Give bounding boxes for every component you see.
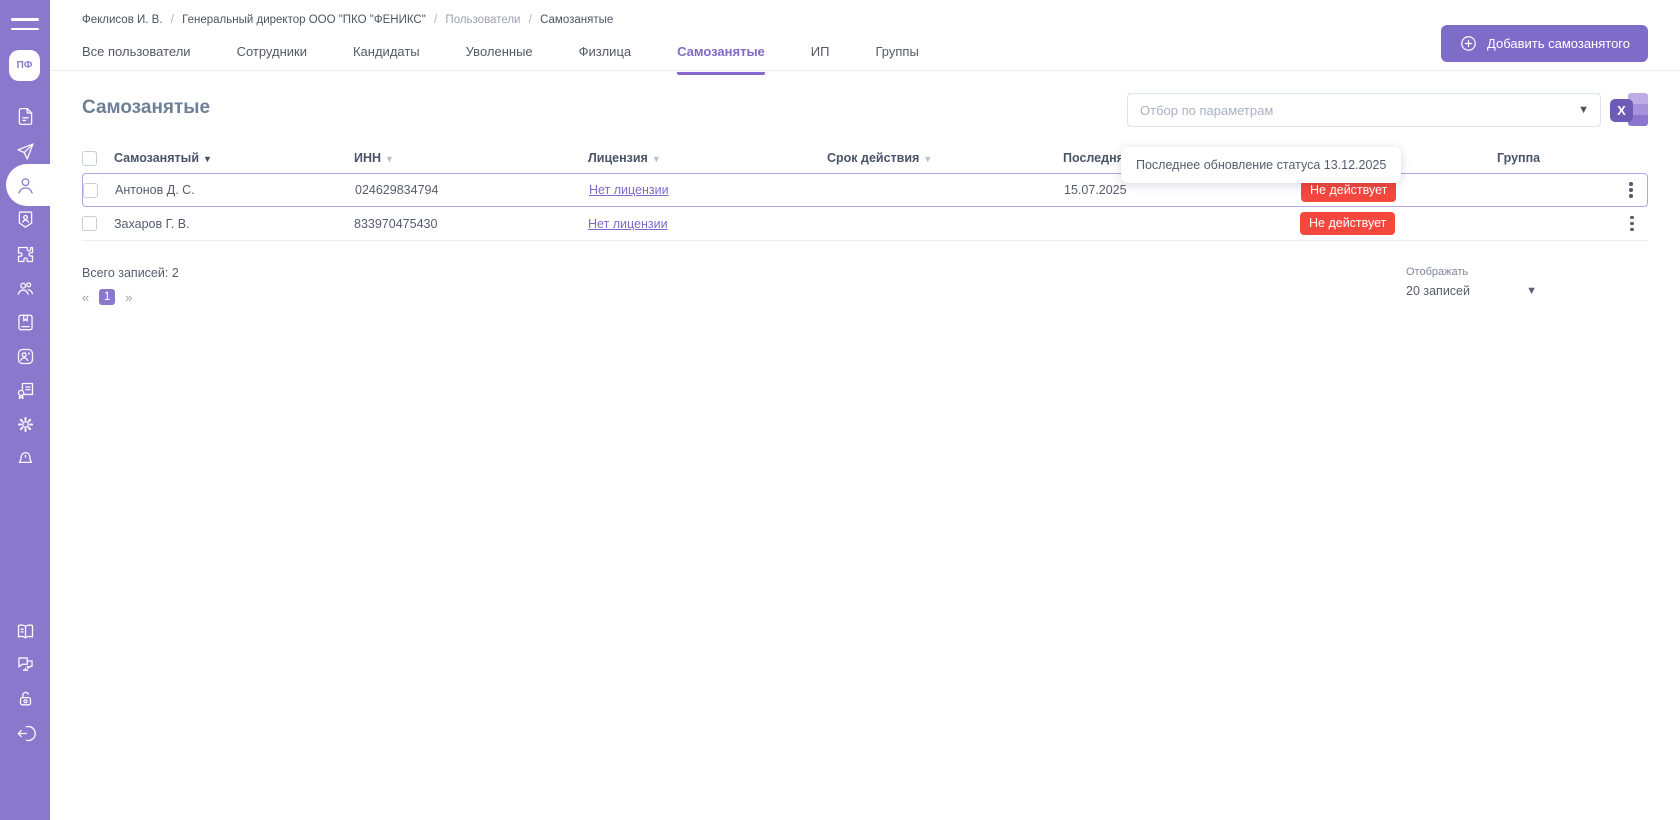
- row-checkbox[interactable]: [83, 183, 98, 198]
- puzzle-icon: [15, 244, 36, 265]
- support-chat-icon: [15, 654, 36, 675]
- per-page-dropdown-icon[interactable]: ▼: [1526, 285, 1537, 297]
- breadcrumb-user[interactable]: Феклисов И. В.: [82, 14, 163, 26]
- sidebar-item-add-contact[interactable]: [0, 339, 50, 373]
- cell-name: Антонов Д. С.: [115, 183, 355, 197]
- avatar[interactable]: ПФ: [9, 50, 40, 81]
- sidebar-item-id-badge[interactable]: [0, 202, 50, 236]
- menu-hamburger-icon[interactable]: [11, 18, 39, 32]
- team-icon: [15, 278, 36, 299]
- sort-icon: ▼: [385, 154, 394, 164]
- per-page-select[interactable]: Отображать 20 записей ▼: [1406, 266, 1537, 298]
- bell-icon: [15, 449, 36, 470]
- paper-plane-icon: [15, 141, 36, 162]
- main-content: Феклисов И. В. / Генеральный директор ОО…: [50, 0, 1680, 820]
- col-group: Группа: [1497, 151, 1616, 165]
- per-page-value: 20 записей: [1406, 284, 1470, 298]
- sidebar-item-team[interactable]: [0, 271, 50, 305]
- document-icon: [15, 106, 36, 127]
- no-license-link[interactable]: Нет лицензии: [588, 217, 668, 231]
- add-selfemployed-button[interactable]: Добавить самозанятого: [1441, 25, 1648, 62]
- logout-icon: [15, 723, 36, 744]
- no-license-link[interactable]: Нет лицензии: [589, 183, 669, 197]
- page-number-button[interactable]: 1: [99, 289, 115, 305]
- lock-open-icon: [15, 688, 36, 709]
- sidebar-item-logout[interactable]: [0, 716, 50, 750]
- open-book-icon: [15, 621, 36, 642]
- sidebar: ПФ: [0, 0, 50, 820]
- sidebar-item-notifications[interactable]: [0, 442, 50, 476]
- row-menu-kebab-icon[interactable]: [1627, 213, 1637, 235]
- settings-gear-icon: [15, 414, 36, 435]
- sidebar-item-certificates[interactable]: [0, 373, 50, 407]
- col-license[interactable]: Лицензия▼: [588, 151, 827, 165]
- breadcrumb: Феклисов И. В. / Генеральный директор ОО…: [82, 14, 613, 26]
- sidebar-item-security[interactable]: [0, 681, 50, 715]
- status-badge: Не действует: [1300, 212, 1395, 235]
- breadcrumb-users[interactable]: Пользователи: [445, 14, 520, 26]
- next-page-button[interactable]: »: [125, 290, 132, 305]
- cell-inn: 024629834794: [355, 183, 589, 197]
- sidebar-item-settings[interactable]: [0, 407, 50, 441]
- table-header-row: Самозанятый▼ ИНН▼ Лицензия▼ Срок действи…: [82, 143, 1648, 173]
- table-row[interactable]: Антонов Д. С. 024629834794 Нет лицензии …: [82, 173, 1648, 207]
- id-badge-icon: [15, 209, 36, 230]
- breadcrumb-selfemployed: Самозанятые: [540, 14, 613, 26]
- sidebar-item-users[interactable]: [0, 168, 50, 202]
- sidebar-item-journal[interactable]: [0, 305, 50, 339]
- breadcrumb-role[interactable]: Генеральный директор ООО "ПКО "ФЕНИКС": [182, 14, 426, 26]
- row-checkbox[interactable]: [82, 216, 97, 231]
- status-update-tooltip: Последнее обновление статуса 13.12.2025: [1121, 147, 1401, 183]
- book-icon: [15, 312, 36, 333]
- sort-icon: ▼: [652, 154, 661, 164]
- sidebar-item-support[interactable]: [0, 647, 50, 681]
- pagination: « 1 »: [82, 289, 132, 305]
- sort-icon: ▼: [203, 154, 212, 164]
- sidebar-item-send[interactable]: [0, 134, 50, 168]
- per-page-label: Отображать: [1406, 266, 1537, 278]
- cell-last-update: 15.07.2025: [1064, 183, 1301, 197]
- records-total: Всего записей: 2: [82, 266, 179, 280]
- sidebar-item-knowledge-base[interactable]: [0, 614, 50, 648]
- select-all-checkbox[interactable]: [82, 151, 97, 166]
- sort-icon: ▼: [923, 154, 932, 164]
- table-row[interactable]: Захаров Г. В. 833970475430 Нет лицензии …: [82, 207, 1648, 241]
- sidebar-item-integrations[interactable]: [0, 237, 50, 271]
- row-menu-kebab-icon[interactable]: [1626, 179, 1636, 201]
- cell-inn: 833970475430: [354, 217, 588, 231]
- filter-area: ▼ X: [1127, 91, 1648, 129]
- col-selfemployed[interactable]: Самозанятый▼: [114, 151, 354, 165]
- selfemployed-table: Самозанятый▼ ИНН▼ Лицензия▼ Срок действи…: [82, 143, 1648, 241]
- cell-name: Захаров Г. В.: [114, 217, 354, 231]
- prev-page-button[interactable]: «: [82, 290, 89, 305]
- col-inn[interactable]: ИНН▼: [354, 151, 588, 165]
- col-term[interactable]: Срок действия▼: [827, 151, 1063, 165]
- excel-x-icon: X: [1610, 99, 1633, 122]
- user-icon: [15, 175, 36, 196]
- header-divider: [50, 70, 1680, 71]
- page-title: Самозанятые: [82, 97, 210, 119]
- sidebar-item-documents[interactable]: [0, 99, 50, 133]
- export-excel-button[interactable]: X: [1610, 91, 1648, 129]
- filter-input[interactable]: [1127, 93, 1601, 127]
- add-contact-icon: [15, 346, 36, 367]
- plus-circle-icon: [1459, 34, 1478, 53]
- certificate-icon: [15, 380, 36, 401]
